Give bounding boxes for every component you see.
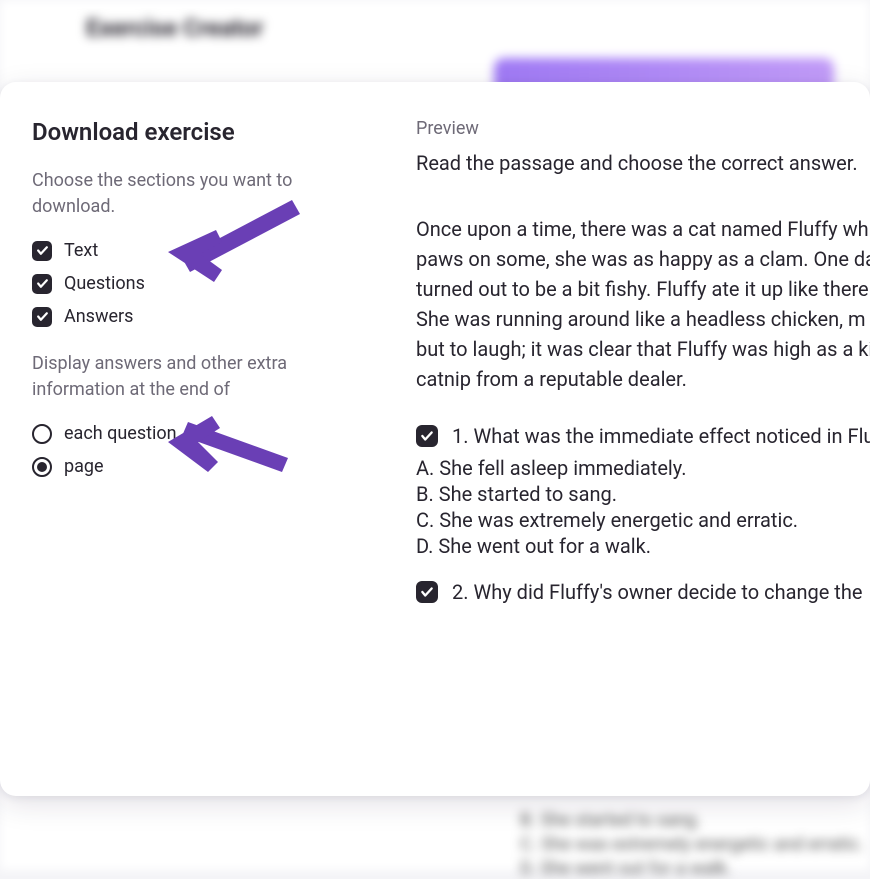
preview-instruction: Read the passage and choose the correct … (416, 149, 870, 178)
page-title: Exercise Creator (86, 14, 263, 42)
question-2-text: 2. Why did Fluffy's owner decide to chan… (452, 580, 862, 604)
download-exercise-modal: Download exercise Choose the sections yo… (0, 82, 870, 796)
radio-each-question-label: each question (64, 423, 177, 444)
checkbox-icon (32, 274, 52, 294)
question-1-answer-b: B. She started to sang. (416, 482, 870, 506)
preview-question-2: 2. Why did Fluffy's owner decide to chan… (416, 580, 870, 604)
checkbox-questions-label: Questions (64, 273, 145, 294)
checkbox-answers-label: Answers (64, 306, 133, 327)
radio-icon (32, 424, 52, 444)
question-1-answer-c: C. She was extremely energetic and errat… (416, 508, 870, 532)
question-check-icon[interactable] (416, 581, 438, 603)
checkbox-icon (32, 241, 52, 261)
question-1-answer-a: A. She fell asleep immediately. (416, 456, 870, 480)
preview-question-1: 1. What was the immediate effect noticed… (416, 424, 870, 558)
choose-sections-label: Choose the sections you want to download… (32, 168, 312, 220)
download-options-panel: Download exercise Choose the sections yo… (32, 118, 416, 760)
question-1-answer-d: D. She went out for a walk. (416, 534, 870, 558)
display-answers-label: Display answers and other extra informat… (32, 351, 312, 403)
radio-page[interactable]: page (32, 450, 392, 483)
preview-heading: Preview (416, 118, 870, 139)
checkbox-text[interactable]: Text (32, 234, 392, 267)
preview-panel: Preview Read the passage and choose the … (416, 118, 870, 760)
checkbox-text-label: Text (64, 240, 98, 261)
radio-icon (32, 457, 52, 477)
question-check-icon[interactable] (416, 425, 438, 447)
checkbox-icon (32, 307, 52, 327)
preview-passage: Once upon a time, there was a cat named … (416, 214, 870, 394)
modal-title: Download exercise (32, 118, 392, 146)
checkbox-answers[interactable]: Answers (32, 300, 392, 333)
question-1-text: 1. What was the immediate effect noticed… (452, 424, 870, 448)
radio-each-question[interactable]: each question (32, 417, 392, 450)
radio-page-label: page (64, 456, 104, 477)
checkbox-questions[interactable]: Questions (32, 267, 392, 300)
